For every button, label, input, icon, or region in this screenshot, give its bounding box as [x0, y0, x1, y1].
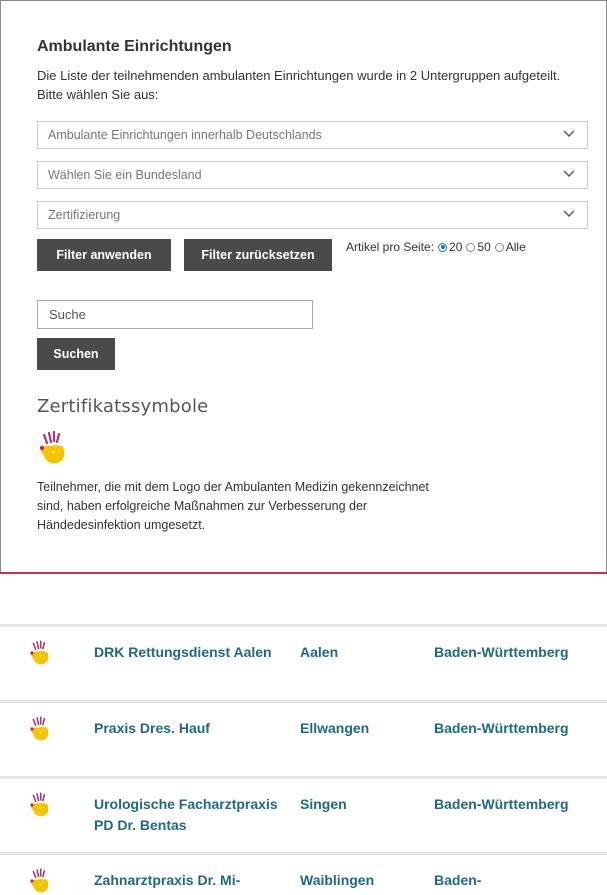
result-row: DRK Rettungsdienst Aalen Aalen Baden-Wür… [0, 627, 607, 700]
hand-hygiene-logo-icon [29, 867, 51, 895]
certificates-description: Teilnehmer, die mit dem Logo der Ambulan… [37, 480, 429, 532]
per-page-option-50[interactable]: 50 [477, 240, 490, 254]
result-state: Baden-Württemberg [434, 720, 569, 736]
state-select[interactable]: Wählen Sie ein Bundesland [37, 161, 588, 189]
filter-description: Die Liste der teilnehmenden ambulanten E… [37, 68, 561, 102]
per-page-radio-all[interactable] [494, 242, 504, 252]
group-select-value: Ambulante Einrichtungen innerhalb Deutsc… [48, 128, 322, 142]
result-row: Zahnarztpraxis Dr. Mi- Waiblingen Baden- [0, 855, 607, 895]
chevron-down-icon [563, 170, 575, 178]
result-row: Urologische Facharztpraxis PD Dr. Bentas… [0, 779, 607, 852]
per-page-option-20[interactable]: 20 [449, 240, 462, 254]
result-name-link[interactable]: Zahnarztpraxis Dr. Mi- [94, 870, 294, 891]
result-city: Ellwangen [300, 720, 370, 736]
result-city: Aalen [300, 644, 339, 660]
result-city: Waiblingen [300, 872, 375, 888]
result-name-link[interactable]: Praxis Dres. Hauf [94, 718, 294, 739]
certification-select[interactable]: Zertifizierung [37, 201, 588, 229]
hand-hygiene-logo-icon [29, 791, 51, 819]
chevron-down-icon [563, 130, 575, 138]
result-row: Praxis Dres. Hauf Ellwangen Baden-Württe… [0, 703, 607, 776]
search-button[interactable]: Suchen [37, 338, 115, 370]
panel-divider [0, 572, 607, 574]
hand-hygiene-logo-icon [38, 425, 68, 471]
hand-hygiene-logo-icon [29, 715, 51, 743]
result-state: Baden-Württemberg [434, 796, 569, 812]
per-page-radio-50[interactable] [466, 242, 476, 252]
state-select-value: Wählen Sie ein Bundesland [48, 168, 202, 182]
result-city: Singen [300, 796, 347, 812]
reset-filter-button[interactable]: Filter zurücksetzen [184, 239, 332, 271]
result-state: Baden-Württemberg [434, 644, 569, 660]
hand-hygiene-logo-icon [29, 639, 51, 667]
chevron-down-icon [563, 210, 575, 218]
per-page-selector: Artikel pro Seite: 20 50 Alle [346, 240, 526, 254]
result-name-link[interactable]: Urologische Facharztpraxis PD Dr. Bentas [94, 794, 294, 836]
certificates-heading: Zertifikatssymbole [37, 396, 209, 417]
result-state: Baden- [434, 872, 482, 888]
page-title: Ambulante Einrichtungen [37, 38, 232, 55]
per-page-option-all[interactable]: Alle [506, 240, 526, 254]
certification-select-value: Zertifizierung [48, 208, 121, 222]
result-name-link[interactable]: DRK Rettungsdienst Aalen [94, 642, 294, 663]
group-select[interactable]: Ambulante Einrichtungen innerhalb Deutsc… [37, 121, 588, 149]
apply-filter-button[interactable]: Filter anwenden [37, 239, 171, 271]
search-input[interactable]: Suche [37, 300, 313, 329]
per-page-radio-20[interactable] [438, 242, 448, 252]
per-page-label: Artikel pro Seite: [346, 240, 435, 254]
